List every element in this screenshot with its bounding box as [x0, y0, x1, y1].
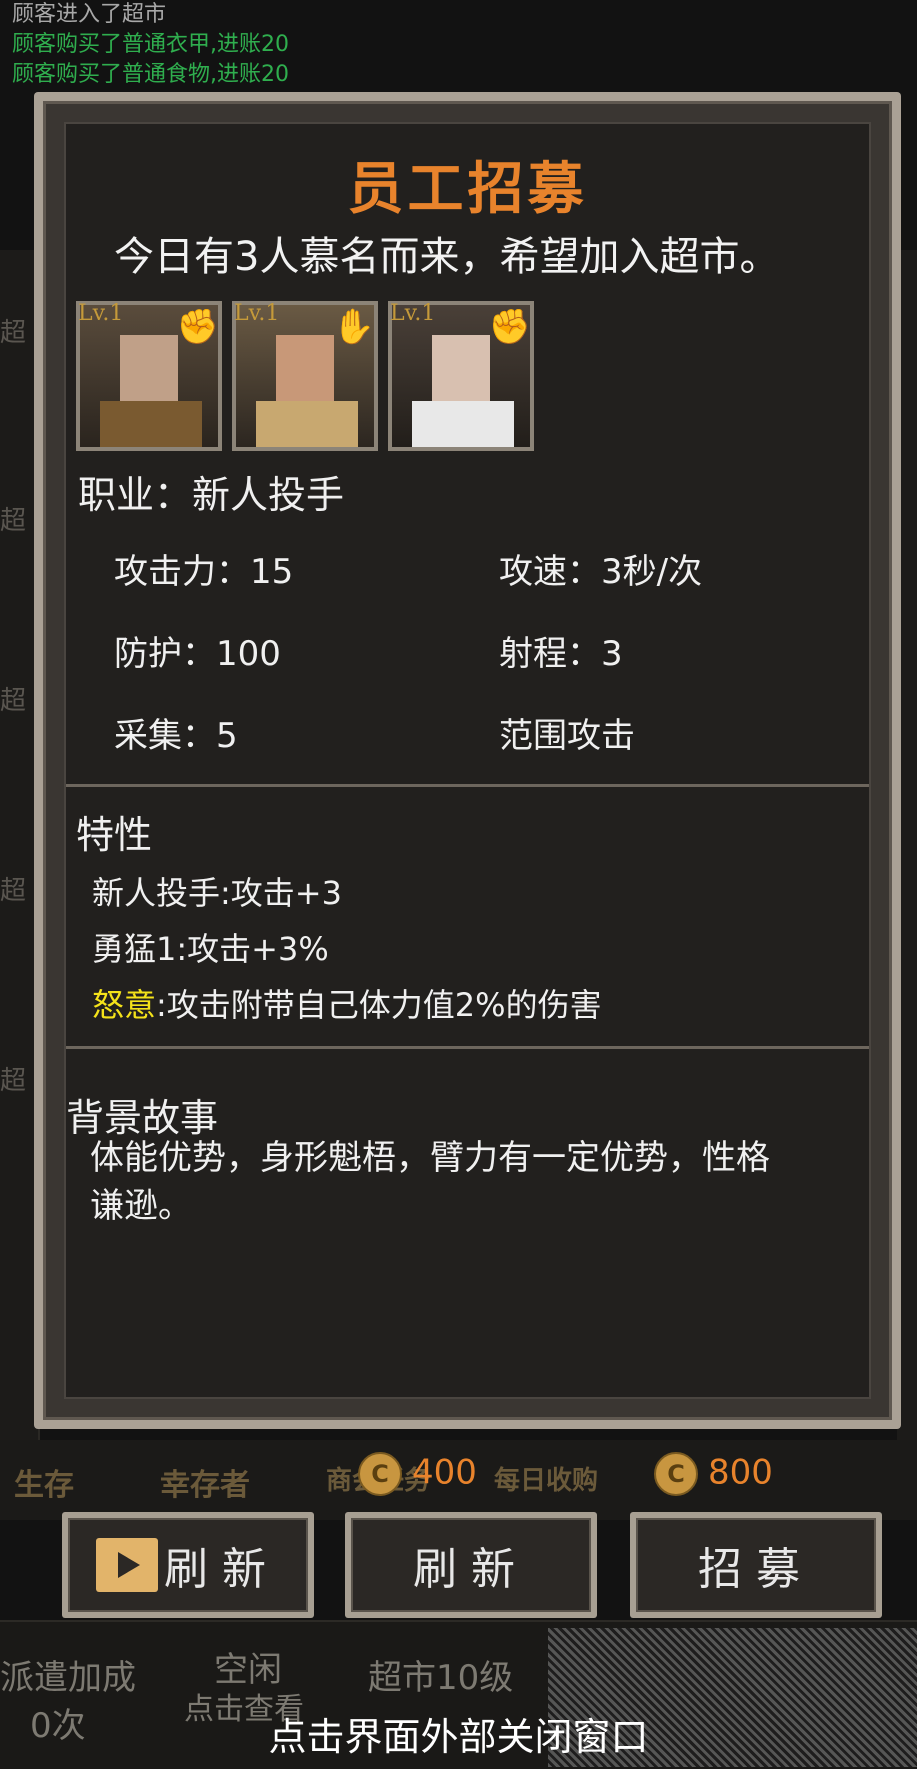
stat-range: 射程：3 — [499, 634, 623, 674]
video-ad-icon — [96, 1538, 158, 1592]
side-label: 超 — [0, 876, 27, 906]
blue-gauntlet-icon: ✊ — [488, 307, 532, 347]
dialog-intro: 今日有3人慕名而来，希望加入超市。 — [114, 234, 780, 280]
recruit-cost-value: 800 — [708, 1452, 773, 1493]
side-label: 超 — [0, 506, 27, 536]
coin-icon: C — [654, 1452, 698, 1496]
log-line: 顾客购买了普通衣甲,进账20 — [12, 32, 289, 57]
trait-text: :攻击附带自己体力值2%的伤害 — [156, 986, 602, 1024]
coin-icon: C — [358, 1452, 402, 1496]
story-text: 体能优势，身形魁梧，臂力有一定优势，性格谦逊。 — [90, 1138, 770, 1226]
candidate-portrait-2[interactable]: Lv.1 ✋ — [232, 301, 378, 451]
trait-item: 新人投手:攻击+3 — [92, 874, 342, 912]
button-face: 刷新 — [68, 1518, 308, 1612]
trait-highlight: 怒意 — [92, 986, 157, 1024]
traits-heading: 特性 — [76, 813, 153, 857]
bg-tab: 生存 — [14, 1468, 74, 1503]
level-badge: Lv.1 — [78, 301, 124, 326]
button-face: 招募 — [636, 1518, 876, 1612]
bg-label: 派遣加成 — [0, 1658, 136, 1698]
button-label: 招募 — [698, 1544, 814, 1595]
refresh-cost-value: 400 — [412, 1452, 477, 1493]
bg-label: 超市10级 — [368, 1658, 514, 1698]
trait-item: 怒意:攻击附带自己体力值2%的伤害 — [92, 980, 602, 1026]
dialog-title: 员工招募 — [347, 156, 588, 222]
log-line: 顾客进入了超市 — [12, 2, 167, 27]
avatar-body — [412, 401, 514, 447]
blue-gauntlet-icon: ✊ — [176, 307, 220, 347]
recruit-dialog: 员工招募 今日有3人慕名而来，希望加入超市。 Lv.1 ✊ Lv.1 ✋ Lv.… — [34, 92, 901, 1429]
refresh-button[interactable]: 刷新 — [345, 1512, 597, 1618]
button-label: 刷新 — [413, 1544, 529, 1595]
side-label: 超 — [0, 1066, 27, 1096]
side-label: 超 — [0, 318, 27, 348]
event-log: 顾客进入了超市 顾客购买了普通衣甲,进账20 顾客购买了普通食物,进账20 — [12, 0, 432, 90]
stat-defense: 防护：100 — [114, 634, 281, 674]
avatar-body — [100, 401, 202, 447]
divider — [66, 784, 869, 787]
log-line: 顾客购买了普通食物,进账20 — [12, 62, 289, 87]
candidate-portrait-1[interactable]: Lv.1 ✊ — [76, 301, 222, 451]
button-label: 刷新 — [164, 1544, 280, 1595]
button-face: 刷新 — [351, 1518, 591, 1612]
avatar-body — [256, 401, 358, 447]
level-badge: Lv.1 — [234, 301, 280, 326]
stat-aoe: 范围攻击 — [499, 716, 635, 756]
dialog-frame: 员工招募 今日有3人慕名而来，希望加入超市。 Lv.1 ✊ Lv.1 ✋ Lv.… — [43, 101, 892, 1420]
job-title: 职业：新人投手 — [78, 473, 345, 517]
level-badge: Lv.1 — [390, 301, 436, 326]
divider — [66, 1046, 869, 1049]
bg-tab: 每日收购 — [494, 1466, 599, 1496]
candidate-portrait-3[interactable]: Lv.1 ✊ — [388, 301, 534, 451]
stat-gather: 采集：5 — [114, 716, 238, 756]
trait-item: 勇猛1:攻击+3% — [92, 930, 329, 968]
side-label: 超 — [0, 686, 27, 716]
stat-speed: 攻速：3秒/次 — [499, 552, 703, 592]
recruit-cost: C 800 — [654, 1452, 773, 1496]
green-glove-icon: ✋ — [332, 307, 376, 347]
dialog-panel: 员工招募 今日有3人慕名而来，希望加入超市。 Lv.1 ✊ Lv.1 ✋ Lv.… — [64, 122, 871, 1399]
recruit-button[interactable]: 招募 — [630, 1512, 882, 1618]
refresh-cost: C 400 — [358, 1452, 477, 1496]
stat-attack: 攻击力：15 — [114, 552, 294, 592]
close-hint[interactable]: 点击界面外部关闭窗口 — [0, 1706, 917, 1761]
ad-refresh-button[interactable]: 刷新 — [62, 1512, 314, 1618]
bg-tab: 幸存者 — [160, 1468, 250, 1503]
